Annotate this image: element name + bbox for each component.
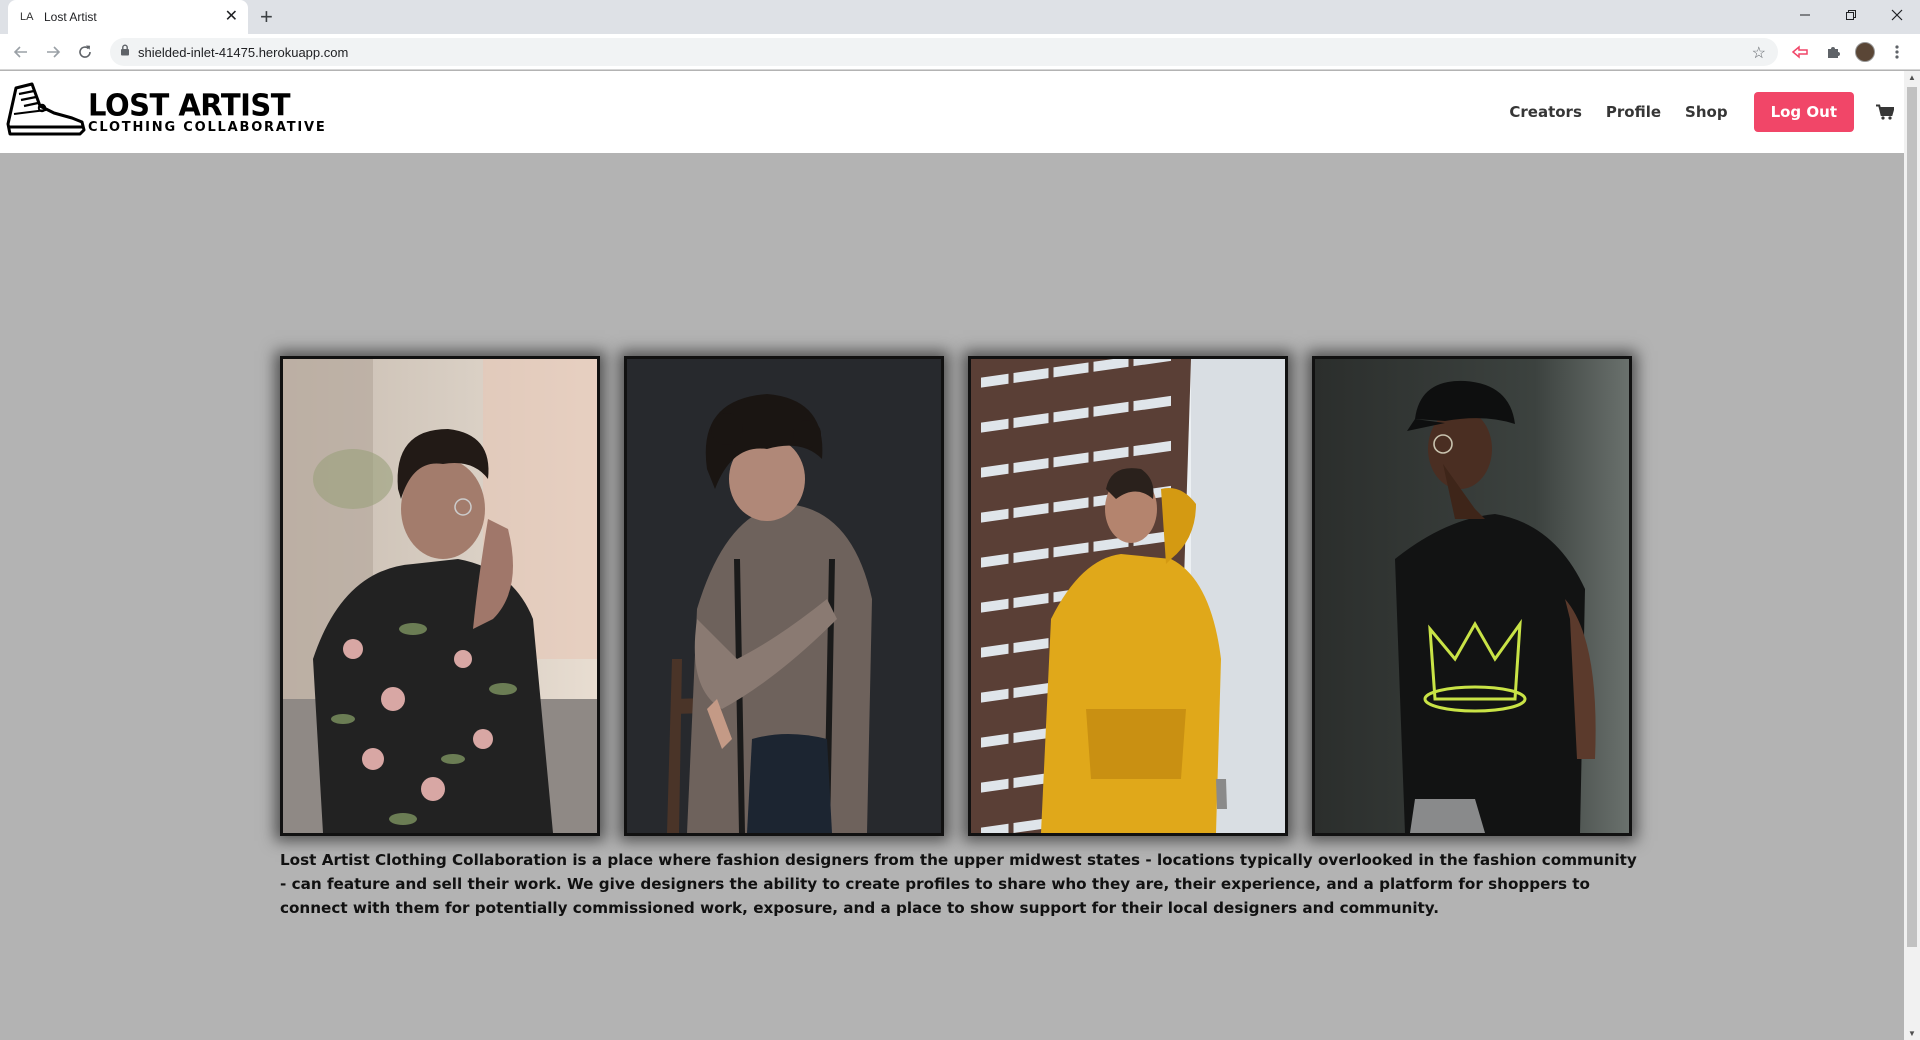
logout-button[interactable]: Log Out (1753, 92, 1854, 132)
forward-icon[interactable] (43, 42, 63, 62)
tab-title: Lost Artist (44, 10, 97, 24)
browser-toolbar: shielded-inlet-41475.herokuapp.com ☆ (0, 34, 1920, 70)
scroll-down-icon[interactable]: ▼ (1908, 1029, 1916, 1038)
close-window-icon[interactable] (1874, 0, 1920, 30)
gallery-photo-crown-tee (1312, 356, 1632, 836)
menu-icon[interactable] (1887, 42, 1907, 62)
nav-profile[interactable]: Profile (1606, 103, 1661, 121)
sneaker-icon (6, 82, 86, 136)
extension-icon[interactable] (1790, 42, 1810, 62)
back-icon[interactable] (11, 42, 31, 62)
logo-subtitle: CLOTHING COLLABORATIVE (88, 120, 327, 135)
gallery-photo-yellow-hoodie (968, 356, 1288, 836)
new-tab-icon[interactable]: + (260, 4, 273, 30)
url-text: shielded-inlet-41475.herokuapp.com (138, 44, 349, 60)
cart-icon[interactable] (1876, 104, 1894, 120)
browser-tab-strip: LA Lost Artist ✕ + (0, 0, 1920, 34)
puzzle-icon[interactable] (1823, 42, 1843, 62)
tab-favicon: LA (20, 11, 34, 23)
main-nav: Creators Profile Shop Log Out (1509, 71, 1904, 153)
minimize-icon[interactable] (1782, 0, 1828, 30)
page-scrollbar[interactable]: ▲ ▼ (1904, 71, 1920, 1040)
star-icon[interactable]: ☆ (1752, 43, 1766, 63)
site-header: LOST ARTIST CLOTHING COLLABORATIVE Creat… (0, 71, 1904, 153)
browser-tab[interactable]: LA Lost Artist ✕ (8, 0, 248, 34)
tab-close-icon[interactable]: ✕ (225, 9, 238, 25)
about-description: Lost Artist Clothing Collaboration is a … (280, 851, 1637, 917)
gallery-photo-floral-shirt (280, 356, 600, 836)
site-logo[interactable]: LOST ARTIST CLOTHING COLLABORATIVE (6, 80, 346, 138)
profile-avatar[interactable] (1855, 42, 1875, 62)
nav-shop[interactable]: Shop (1685, 103, 1728, 121)
gallery-photo-curly-hair (624, 356, 944, 836)
nav-creators[interactable]: Creators (1509, 103, 1582, 121)
address-bar[interactable]: shielded-inlet-41475.herokuapp.com ☆ (110, 38, 1778, 66)
restore-icon[interactable] (1828, 0, 1874, 30)
lock-icon (120, 43, 130, 61)
scroll-up-icon[interactable]: ▲ (1908, 73, 1916, 82)
logo-title: LOST ARTIST (88, 87, 291, 123)
reload-icon[interactable] (75, 42, 95, 62)
scroll-thumb[interactable] (1907, 87, 1917, 947)
photo-gallery (280, 356, 1634, 836)
